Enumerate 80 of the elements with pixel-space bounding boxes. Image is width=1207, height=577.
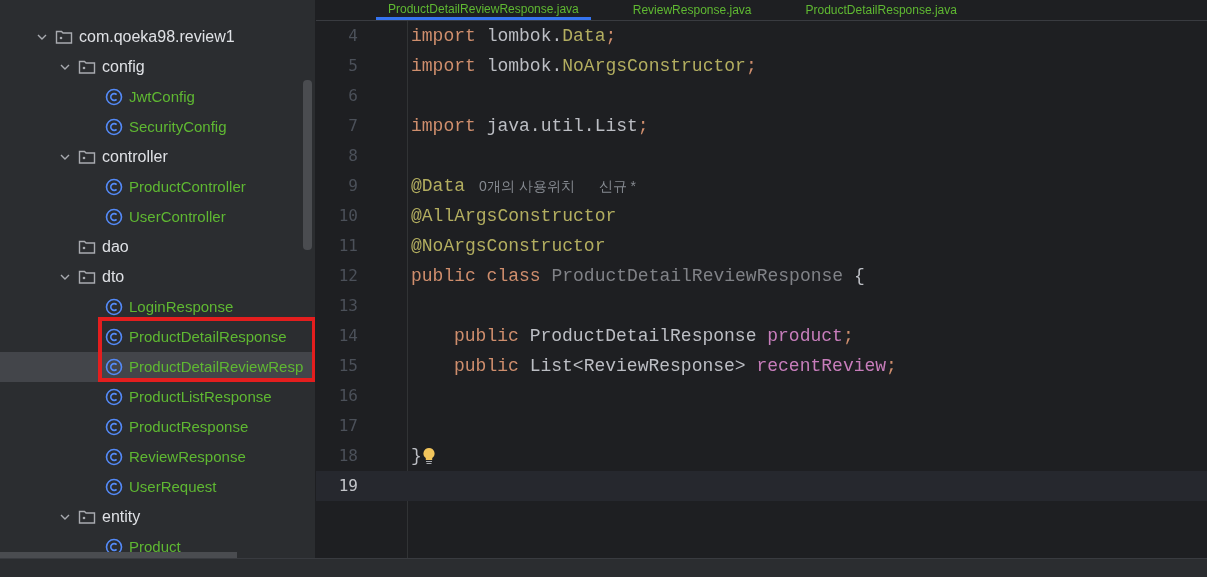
class-icon (105, 88, 123, 106)
code-token: import (411, 24, 477, 48)
code-token: public (454, 324, 520, 348)
vertical-scrollbar[interactable] (303, 80, 312, 250)
class-icon (105, 388, 123, 406)
class-icon (105, 208, 123, 226)
folder-icon (78, 239, 96, 255)
folder-icon (78, 149, 96, 165)
folder-icon (78, 59, 96, 75)
class-name: ProductResponse (129, 416, 249, 437)
tree-row[interactable]: SecurityConfig (0, 112, 315, 142)
editor-tab[interactable]: ProductDetailReviewResponse.java (376, 0, 591, 20)
tree-row[interactable]: ProductController (0, 172, 315, 202)
package-name: config (102, 57, 145, 77)
class-icon (105, 478, 123, 496)
code-token: ProductDetailReviewResponse (551, 264, 845, 288)
code-token: ProductDetailResponse (529, 324, 758, 348)
code-token: @Data (411, 174, 465, 198)
code-token: @NoArgsConstructor (411, 234, 606, 258)
code-token: lombok. (486, 54, 563, 78)
code-token: java.util.List (486, 114, 638, 138)
folder-icon (78, 509, 96, 525)
code-token: ; (605, 24, 617, 48)
class-name: UserRequest (129, 476, 217, 497)
code-token: product (767, 324, 843, 348)
tree-row[interactable]: UserRequest (0, 472, 315, 502)
tree-row[interactable]: ProductDetailResponse (0, 322, 315, 352)
code-token: lombok. (486, 24, 563, 48)
class-icon (105, 178, 123, 196)
usage-hint[interactable]: 신규 * (598, 175, 637, 197)
code-token: public (454, 354, 520, 378)
package-name: com.qoeka98.review1 (79, 27, 235, 47)
class-name: JwtConfig (129, 86, 195, 107)
code-token: @AllArgsConstructor (411, 204, 617, 228)
code-token: Data (562, 24, 606, 48)
class-name: ProductDetailResponse (129, 326, 287, 347)
code-token: ; (637, 114, 649, 138)
tree-row[interactable]: ProductListResponse (0, 382, 315, 412)
class-icon (105, 418, 123, 436)
code-token: ; (886, 354, 897, 378)
usage-hint[interactable]: 0개의 사용위치 (479, 175, 575, 197)
class-name: ReviewResponse (129, 446, 246, 467)
class-icon (105, 358, 123, 376)
tree-row[interactable]: JwtConfig (0, 82, 315, 112)
package-name: dto (102, 267, 125, 287)
tree-row[interactable]: ReviewResponse (0, 442, 315, 472)
class-icon (105, 448, 123, 466)
tree-row[interactable]: LoginResponse (0, 292, 315, 322)
package-name: entity (102, 507, 141, 527)
class-name: ProductController (129, 176, 246, 197)
code-token: recentReview (756, 354, 887, 378)
code-token: List<ReviewResponse> (529, 354, 747, 378)
package-name: controller (102, 147, 168, 167)
line-number: 19 (337, 475, 358, 497)
folder-icon (78, 269, 96, 285)
code-token: } (411, 444, 422, 468)
folder-icon (55, 29, 73, 45)
package-name: dao (102, 237, 129, 257)
code-token: public class (411, 264, 542, 288)
class-name: Product (129, 536, 181, 557)
code-token: ; (842, 324, 854, 348)
class-icon (105, 328, 123, 346)
class-name: ProductListResponse (129, 386, 272, 407)
class-name: ProductDetailReviewResp (129, 356, 304, 377)
tree-row[interactable]: UserController (0, 202, 315, 232)
class-icon (105, 298, 123, 316)
lightbulb-icon[interactable] (421, 447, 436, 465)
class-name: SecurityConfig (129, 116, 227, 137)
tree-row[interactable]: ProductResponse (0, 412, 315, 442)
code-token: NoArgsConstructor (562, 54, 746, 78)
horizontal-scrollbar[interactable] (0, 552, 237, 558)
code-token: import (411, 54, 477, 78)
editor-tab[interactable]: ProductDetailResponse.java (793, 0, 969, 20)
class-name: UserController (129, 206, 226, 227)
class-name: LoginResponse (129, 296, 234, 317)
code-token: import (411, 114, 477, 138)
editor-tab[interactable]: ReviewResponse.java (620, 0, 764, 20)
class-icon (105, 118, 123, 136)
code-token: ; (745, 54, 757, 78)
code-token: { (853, 264, 865, 288)
